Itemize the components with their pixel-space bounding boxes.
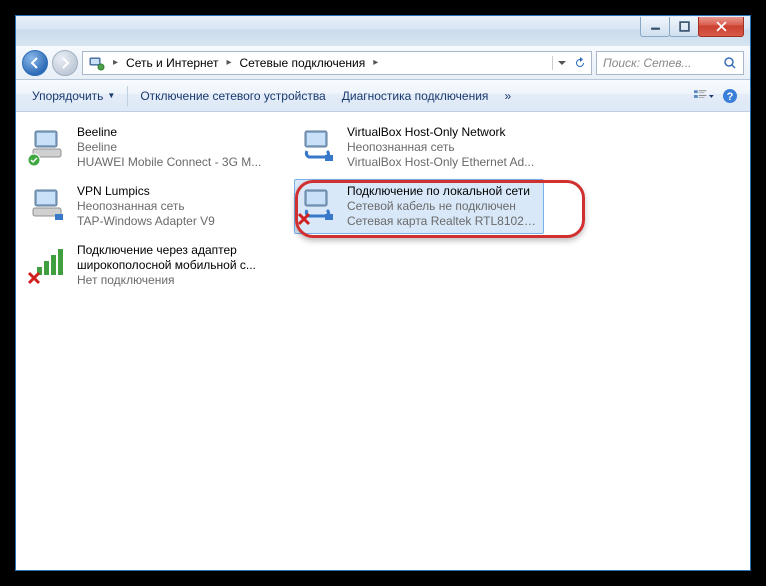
view-icon	[693, 88, 708, 104]
window-controls	[641, 17, 744, 37]
toolbar: Упорядочить ▼ Отключение сетевого устрой…	[16, 80, 750, 112]
connection-name: VPN Lumpics	[77, 184, 215, 199]
organize-button[interactable]: Упорядочить ▼	[24, 85, 123, 107]
dropdown-arrow-icon: ▼	[107, 91, 115, 100]
disable-device-label: Отключение сетевого устройства	[140, 89, 325, 103]
connection-status: Неопознанная сеть	[347, 140, 534, 155]
modem-icon	[29, 184, 69, 224]
connection-item[interactable]: Beeline Beeline HUAWEI Mobile Connect - …	[24, 120, 274, 175]
connection-status: Неопознанная сеть	[77, 199, 215, 214]
connection-icon	[29, 125, 69, 165]
help-icon: ?	[722, 88, 738, 104]
close-button[interactable]	[698, 17, 744, 37]
toolbar-right: ?	[692, 84, 742, 108]
back-button[interactable]	[22, 50, 48, 76]
connection-icon	[299, 184, 339, 224]
forward-arrow-icon	[58, 56, 72, 70]
lan-icon	[299, 125, 339, 165]
maximize-button[interactable]	[669, 17, 699, 37]
connection-text: Beeline Beeline HUAWEI Mobile Connect - …	[77, 125, 261, 170]
diagnose-button[interactable]: Диагностика подключения	[334, 85, 497, 107]
connection-text: Подключение через адаптер широкополосной…	[77, 243, 269, 288]
breadcrumb-segment[interactable]: Сеть и Интернет	[122, 56, 222, 70]
history-dropdown-icon[interactable]	[557, 58, 567, 68]
window: ▸ Сеть и Интернет ▸ Сетевые подключения …	[15, 15, 751, 571]
refresh-icon[interactable]	[573, 56, 587, 70]
connection-text: VPN Lumpics Неопознанная сеть TAP-Window…	[77, 184, 215, 229]
breadcrumb-arrow[interactable]: ▸	[369, 57, 382, 68]
connection-device: TAP-Windows Adapter V9	[77, 214, 215, 229]
connection-item-selected[interactable]: Подключение по локальной сети Сетевой ка…	[294, 179, 544, 234]
close-icon	[716, 21, 727, 32]
toolbar-separator	[127, 86, 128, 106]
connection-icon	[29, 184, 69, 224]
search-box[interactable]: Поиск: Сетев...	[596, 51, 744, 75]
address-bar[interactable]: ▸ Сеть и Интернет ▸ Сетевые подключения …	[82, 51, 592, 75]
address-actions	[552, 56, 591, 70]
network-path-icon	[89, 55, 105, 71]
more-label: »	[504, 89, 511, 103]
disconnected-badge-icon	[27, 271, 41, 285]
organize-label: Упорядочить	[32, 89, 103, 103]
titlebar	[16, 16, 750, 46]
more-commands-button[interactable]: »	[496, 85, 519, 107]
connection-item[interactable]: VirtualBox Host-Only Network Неопознанна…	[294, 120, 544, 175]
svg-text:?: ?	[727, 91, 734, 103]
connection-item[interactable]: VPN Lumpics Неопознанная сеть TAP-Window…	[24, 179, 274, 234]
breadcrumb-arrow[interactable]: ▸	[222, 57, 235, 68]
connection-item[interactable]: Подключение через адаптер широкополосной…	[24, 238, 274, 293]
breadcrumb-root-arrow[interactable]: ▸	[109, 57, 122, 68]
connection-text: VirtualBox Host-Only Network Неопознанна…	[347, 125, 534, 170]
connection-icon	[299, 125, 339, 165]
connection-name: VirtualBox Host-Only Network	[347, 125, 534, 140]
view-button[interactable]	[692, 84, 716, 108]
diagnose-label: Диагностика подключения	[342, 89, 489, 103]
connection-name: Подключение через адаптер широкополосной…	[77, 243, 269, 273]
search-placeholder: Поиск: Сетев...	[603, 56, 723, 70]
connection-status: Нет подключения	[77, 273, 269, 288]
search-icon	[723, 56, 737, 70]
connection-name: Beeline	[77, 125, 261, 140]
connection-icon	[29, 243, 69, 283]
connection-device: VirtualBox Host-Only Ethernet Ad...	[347, 155, 534, 170]
disable-device-button[interactable]: Отключение сетевого устройства	[132, 85, 333, 107]
connection-name: Подключение по локальной сети	[347, 184, 539, 199]
disconnected-badge-icon	[297, 212, 311, 226]
help-button[interactable]: ?	[718, 84, 742, 108]
navigation-bar: ▸ Сеть и Интернет ▸ Сетевые подключения …	[16, 46, 750, 80]
connection-device: Сетевая карта Realtek RTL8102E/...	[347, 214, 539, 229]
minimize-icon	[650, 21, 661, 32]
back-arrow-icon	[28, 56, 42, 70]
connection-device: HUAWEI Mobile Connect - 3G M...	[77, 155, 261, 170]
content-area: Beeline Beeline HUAWEI Mobile Connect - …	[16, 112, 750, 570]
maximize-icon	[679, 21, 690, 32]
dropdown-arrow-icon	[708, 88, 715, 104]
connected-badge-icon	[27, 153, 41, 167]
breadcrumb-segment[interactable]: Сетевые подключения	[235, 56, 369, 70]
connection-text: Подключение по локальной сети Сетевой ка…	[347, 184, 539, 229]
connection-status: Beeline	[77, 140, 261, 155]
minimize-button[interactable]	[640, 17, 670, 37]
forward-button[interactable]	[52, 50, 78, 76]
connection-status: Сетевой кабель не подключен	[347, 199, 539, 214]
